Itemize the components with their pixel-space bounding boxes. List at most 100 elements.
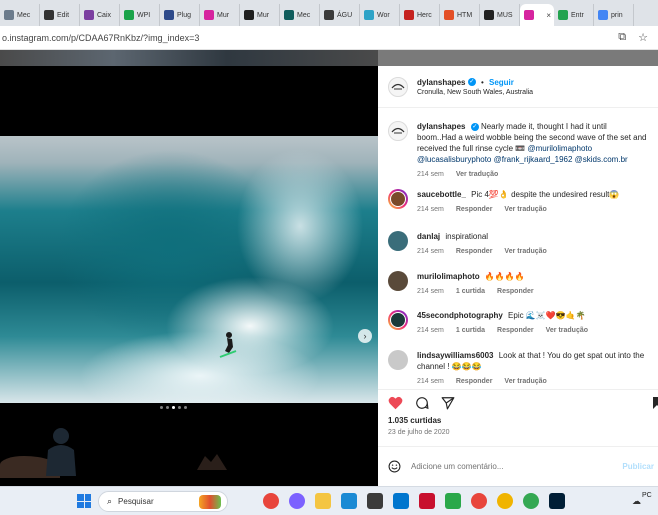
next-image-button[interactable]: › — [358, 329, 372, 343]
tab-favicon-icon — [4, 10, 14, 20]
comment-username[interactable]: lindsaywilliams6003 — [417, 351, 494, 360]
browser-tab[interactable]: WPI — [120, 4, 160, 26]
browser-tab[interactable]: ÁGU — [320, 4, 360, 26]
chrome-2-icon[interactable] — [471, 493, 487, 509]
browser-tab[interactable]: Mur — [240, 4, 280, 26]
browser-tab[interactable]: Herc — [400, 4, 440, 26]
follow-button[interactable]: Seguir — [489, 78, 514, 87]
publish-button[interactable]: Publicar — [622, 462, 654, 471]
tab-favicon-icon — [124, 10, 134, 20]
browser-tab[interactable]: Caix — [80, 4, 120, 26]
system-tray-text: PC — [642, 492, 652, 499]
spectator-figure — [46, 428, 76, 476]
reply-link[interactable]: Responder — [497, 325, 534, 336]
save-bookmark-icon[interactable] — [652, 396, 658, 410]
tab-label: Mur — [257, 11, 270, 19]
edge-icon[interactable] — [341, 493, 357, 509]
comment-item: murilolimaphoto 🔥🔥🔥🔥 214 sem 1 curtida R… — [378, 271, 658, 297]
browser-tab[interactable]: × — [520, 4, 554, 26]
author-username[interactable]: dylanshapes — [417, 122, 465, 131]
browser-tab[interactable]: Mec — [0, 4, 40, 26]
file-explorer-icon[interactable] — [315, 493, 331, 509]
translate-link[interactable]: Ver tradução — [504, 246, 546, 257]
comment-username[interactable]: 45secondphotography — [417, 311, 503, 320]
tab-favicon-icon — [44, 10, 54, 20]
chrome-3-icon[interactable] — [497, 493, 513, 509]
close-tab-icon[interactable]: × — [546, 11, 551, 20]
tab-favicon-icon — [84, 10, 94, 20]
tab-label: Plug — [177, 11, 192, 19]
browser-tab[interactable]: Plug — [160, 4, 200, 26]
translate-link[interactable]: Ver tradução — [546, 325, 588, 336]
tab-label: Caix — [97, 11, 112, 19]
store-icon[interactable] — [367, 493, 383, 509]
browser-tab[interactable]: Mur — [200, 4, 240, 26]
search-highlight-icon — [199, 495, 221, 509]
tab-favicon-icon — [524, 10, 534, 20]
author-username[interactable]: dylanshapes — [417, 78, 465, 87]
like-count[interactable]: 1 curtida — [456, 286, 485, 297]
taskbar-search[interactable]: ⌕ Pesquisar — [98, 491, 228, 512]
address-bar[interactable]: o.instagram.com/p/CDAA67RnKbz/?img_index… — [0, 26, 658, 50]
instagram-post-modal: › dylanshapes ✓ • Seguir Cronulla, New S… — [0, 50, 658, 486]
comment-item: saucebottle_ Pic 4💯👌 despite the undesir… — [378, 189, 658, 215]
translate-link[interactable]: Ver tradução — [504, 376, 546, 387]
chrome-4-icon[interactable] — [523, 493, 539, 509]
mcafee-icon[interactable] — [419, 493, 435, 509]
comment-text: Epic 🌊☠️❤️😎🤙🌴 — [508, 311, 586, 320]
tab-label: Wor — [377, 11, 390, 19]
copilot-icon[interactable] — [289, 493, 305, 509]
avatar[interactable] — [388, 231, 408, 251]
likes-count[interactable]: 1.035 curtidas — [388, 416, 441, 425]
cloud-icon[interactable]: ☁ — [632, 496, 641, 507]
reply-link[interactable]: Responder — [456, 376, 493, 387]
reply-link[interactable]: Responder — [497, 286, 534, 297]
emoji-icon[interactable] — [388, 460, 401, 473]
comment-username[interactable]: murilolimaphoto — [417, 272, 480, 281]
browser-tab[interactable]: Mec — [280, 4, 320, 26]
comment-bubble-icon[interactable] — [415, 396, 429, 410]
avatar[interactable] — [388, 350, 408, 370]
browser-tab[interactable]: Edit — [40, 4, 80, 26]
tab-label: Edit — [57, 11, 70, 19]
tab-label: Entr — [571, 11, 584, 19]
browser-tab[interactable]: HTM — [440, 4, 480, 26]
translate-link[interactable]: Ver tradução — [456, 169, 498, 180]
like-count[interactable]: 1 curtida — [456, 325, 485, 336]
cast-icon[interactable]: ⧉ — [618, 31, 626, 44]
comment-time: 214 sem — [417, 378, 444, 385]
url-text[interactable]: o.instagram.com/p/CDAA67RnKbz/?img_index… — [2, 33, 199, 43]
start-button[interactable] — [77, 494, 91, 508]
like-heart-icon[interactable] — [388, 396, 403, 410]
comment-text: inspirational — [445, 232, 489, 241]
share-send-icon[interactable] — [441, 396, 455, 410]
reply-link[interactable]: Responder — [456, 204, 493, 215]
reply-link[interactable]: Responder — [456, 246, 493, 257]
post-location[interactable]: Cronulla, New South Wales, Australia — [417, 89, 533, 96]
avatar[interactable] — [388, 189, 408, 209]
bookmark-star-icon[interactable]: ☆ — [638, 31, 648, 44]
chrome-icon[interactable] — [263, 493, 279, 509]
avatar[interactable] — [388, 310, 408, 330]
notepad-icon[interactable] — [445, 493, 461, 509]
comment-item: 45secondphotography Epic 🌊☠️❤️😎🤙🌴 214 se… — [378, 310, 658, 336]
tab-favicon-icon — [558, 10, 568, 20]
post-header: dylanshapes ✓ • Seguir Cronulla, New Sou… — [378, 66, 658, 108]
avatar[interactable] — [388, 76, 408, 97]
browser-tab[interactable]: Entr — [554, 4, 594, 26]
comment-username[interactable]: danlaj — [417, 232, 440, 241]
tab-favicon-icon — [484, 10, 494, 20]
comment-username[interactable]: saucebottle_ — [417, 190, 466, 199]
comment-text: 🔥🔥🔥🔥 — [484, 272, 525, 281]
photoshop-icon[interactable] — [549, 493, 565, 509]
avatar[interactable] — [388, 121, 408, 141]
browser-tab[interactable]: MUS — [480, 4, 520, 26]
comment-input[interactable]: Adicione um comentário... — [411, 462, 504, 471]
browser-tab[interactable]: prin — [594, 4, 634, 26]
comment-time: 214 sem — [417, 327, 444, 334]
translate-link[interactable]: Ver tradução — [504, 204, 546, 215]
dell-icon[interactable] — [393, 493, 409, 509]
avatar[interactable] — [388, 271, 408, 291]
surfer-figure — [219, 332, 237, 358]
browser-tab[interactable]: Wor — [360, 4, 400, 26]
